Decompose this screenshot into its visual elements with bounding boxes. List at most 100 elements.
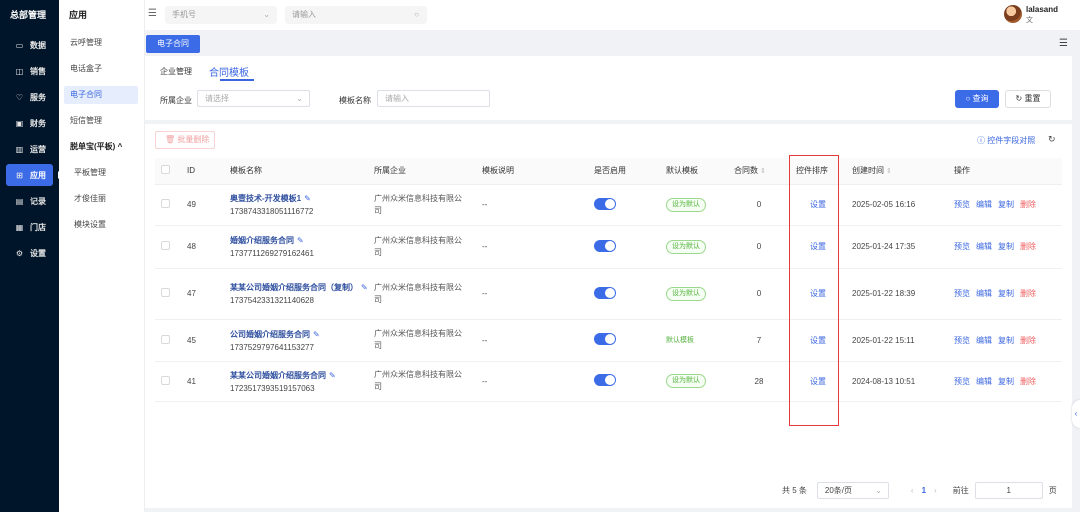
submenu-item-sms[interactable]: 短信管理 bbox=[64, 112, 138, 130]
collapse-menu-icon[interactable]: ☰ bbox=[148, 8, 157, 19]
control-sort-link[interactable]: 设置 bbox=[810, 289, 826, 298]
submenu-group-tablet[interactable]: 脱单宝(平板) ^ bbox=[64, 138, 138, 156]
col-contract-count[interactable]: 合同数 ⇕ bbox=[728, 158, 790, 185]
delete-button[interactable]: 删除 bbox=[1020, 200, 1036, 209]
nav-item-stores[interactable]: ▦ 门店 bbox=[6, 216, 53, 238]
copy-button[interactable]: 复制 bbox=[998, 377, 1014, 386]
copy-button[interactable]: 复制 bbox=[998, 242, 1014, 251]
control-sort-link[interactable]: 设置 bbox=[810, 200, 826, 209]
enabled-toggle[interactable] bbox=[594, 333, 616, 345]
edit-icon[interactable]: ✎ bbox=[313, 330, 320, 339]
col-created-time[interactable]: 创建时间 ⇕ bbox=[846, 158, 948, 185]
edit-icon[interactable]: ✎ bbox=[304, 194, 311, 203]
preview-button[interactable]: 预览 bbox=[954, 242, 970, 251]
submenu-item-e-contract[interactable]: 电子合同 bbox=[64, 86, 138, 104]
tab-contract-template[interactable]: 合同模板 bbox=[209, 64, 249, 79]
enabled-toggle[interactable] bbox=[594, 286, 616, 299]
query-button[interactable]: ○ 查询 bbox=[955, 90, 999, 108]
set-default-button[interactable]: 设为默认 bbox=[666, 239, 706, 254]
enabled-toggle[interactable] bbox=[594, 374, 616, 386]
nav-item-apps[interactable]: ⊞ 应用 bbox=[6, 164, 62, 186]
delete-button[interactable]: 删除 bbox=[1020, 289, 1036, 298]
phone-type-select[interactable]: 手机号 ⌄ bbox=[165, 6, 277, 24]
copy-button[interactable]: 复制 bbox=[998, 289, 1014, 298]
submenu-item-talents[interactable]: 才俊佳丽 bbox=[64, 190, 138, 208]
edit-button[interactable]: 编辑 bbox=[976, 242, 992, 251]
submenu-item-phone-box[interactable]: 电话盒子 bbox=[64, 60, 138, 78]
template-name-link[interactable]: 公司婚姻介绍服务合同 ✎ bbox=[230, 329, 368, 341]
enabled-toggle[interactable] bbox=[594, 239, 616, 252]
user-role: 文 bbox=[1026, 17, 1033, 24]
edit-button[interactable]: 编辑 bbox=[976, 336, 992, 345]
prev-page-icon[interactable]: ‹ bbox=[911, 486, 914, 495]
nav-item-finance[interactable]: ▣ 财务 bbox=[6, 112, 53, 134]
global-search-input[interactable]: 请输入 ○ bbox=[285, 6, 427, 24]
set-default-button[interactable]: 设为默认 bbox=[666, 286, 706, 301]
delete-button[interactable]: 删除 bbox=[1020, 336, 1036, 345]
set-default-button[interactable]: 设为默认 bbox=[666, 374, 706, 388]
nav-item-operation[interactable]: ▥ 运营 bbox=[6, 138, 53, 160]
tab-enterprise[interactable]: 企业管理 bbox=[160, 66, 192, 77]
table-row: 41 某某公司婚姻介绍服务合同 ✎ 1723517393519157063 广州众米… bbox=[155, 361, 1062, 402]
refresh-icon[interactable]: ↻ bbox=[1048, 134, 1056, 145]
edit-icon[interactable]: ✎ bbox=[329, 371, 336, 380]
row-checkbox[interactable] bbox=[161, 199, 170, 208]
template-name-link[interactable]: 婚姻介绍服务合同 ✎ bbox=[230, 235, 368, 247]
side-drawer-toggle[interactable]: ‹ bbox=[1072, 400, 1080, 428]
row-checkbox[interactable] bbox=[161, 288, 170, 297]
field-compare-link[interactable]: ⓘ 控件字段对照 bbox=[977, 135, 1035, 146]
nav-item-sales[interactable]: ◫ 销售 bbox=[6, 60, 53, 82]
enabled-toggle[interactable] bbox=[594, 197, 616, 210]
nav-item-data[interactable]: ▭ 数据 bbox=[6, 34, 53, 56]
sort-icon: ⇕ bbox=[760, 168, 766, 176]
nav-item-settings[interactable]: ⚙ 设置 bbox=[6, 242, 53, 264]
nav-item-service[interactable]: ♡ 服务 bbox=[6, 86, 53, 108]
template-code: 1737542331321140628 bbox=[230, 296, 314, 305]
submenu-item-cloud-call[interactable]: 云呼管理 bbox=[64, 34, 138, 52]
edit-icon[interactable]: ✎ bbox=[361, 283, 368, 292]
edit-button[interactable]: 编辑 bbox=[976, 289, 992, 298]
preview-button[interactable]: 预览 bbox=[954, 200, 970, 209]
template-description: -- bbox=[476, 225, 588, 269]
company-select[interactable]: 请选择 ⌄ bbox=[197, 90, 310, 107]
avatar[interactable] bbox=[1004, 5, 1022, 23]
set-default-button[interactable]: 设为默认 bbox=[666, 197, 706, 212]
copy-button[interactable]: 复制 bbox=[998, 200, 1014, 209]
copy-button[interactable]: 复制 bbox=[998, 336, 1014, 345]
preview-button[interactable]: 预览 bbox=[954, 289, 970, 298]
chevron-down-icon: ⌄ bbox=[875, 485, 882, 495]
template-name-input[interactable]: 请输入 bbox=[377, 90, 490, 107]
edit-button[interactable]: 编辑 bbox=[976, 377, 992, 386]
delete-button[interactable]: 删除 bbox=[1020, 377, 1036, 386]
col-default: 默认模板 bbox=[660, 158, 728, 185]
template-name-link[interactable]: 奥壹技术-开发模板1 ✎ bbox=[230, 193, 368, 205]
select-all-checkbox[interactable] bbox=[161, 165, 170, 175]
template-name-link[interactable]: 某某公司婚姻介绍服务合同（复制） ✎ bbox=[230, 282, 368, 294]
preview-button[interactable]: 预览 bbox=[954, 377, 970, 386]
control-sort-link[interactable]: 设置 bbox=[810, 242, 826, 251]
delete-button[interactable]: 删除 bbox=[1020, 242, 1036, 251]
reset-button[interactable]: ↻ 重置 bbox=[1005, 90, 1051, 108]
row-checkbox[interactable] bbox=[161, 241, 170, 250]
submenu-item-module-settings[interactable]: 模块设置 bbox=[64, 216, 138, 234]
template-name-link[interactable]: 某某公司婚姻介绍服务合同 ✎ bbox=[230, 370, 368, 382]
batch-delete-button[interactable]: 🗑 批量删除 bbox=[155, 131, 215, 149]
current-page[interactable]: 1 bbox=[922, 486, 926, 495]
trash-icon: 🗑 bbox=[165, 135, 178, 144]
tab-e-contract[interactable]: 电子合同 bbox=[146, 35, 200, 53]
preview-button[interactable]: 预览 bbox=[954, 336, 970, 345]
row-checkbox[interactable] bbox=[161, 334, 170, 344]
nav-item-records[interactable]: ▤ 记录 bbox=[6, 190, 53, 212]
menu-icon[interactable]: ☰ bbox=[1059, 38, 1068, 49]
control-sort-link[interactable]: 设置 bbox=[810, 336, 826, 345]
page-size-select[interactable]: 20条/页 ⌄ bbox=[816, 481, 889, 499]
next-page-icon[interactable]: › bbox=[934, 486, 937, 495]
edit-button[interactable]: 编辑 bbox=[976, 200, 992, 209]
control-sort-link[interactable]: 设置 bbox=[810, 377, 826, 386]
submenu-item-tablet-manage[interactable]: 平板管理 bbox=[64, 164, 138, 182]
page-jump-input[interactable]: 1 bbox=[974, 481, 1043, 499]
row-checkbox[interactable] bbox=[161, 375, 170, 385]
heart-icon: ♡ bbox=[15, 92, 24, 102]
edit-icon[interactable]: ✎ bbox=[297, 236, 304, 245]
template-code: 1738743318051116772 bbox=[230, 207, 314, 216]
